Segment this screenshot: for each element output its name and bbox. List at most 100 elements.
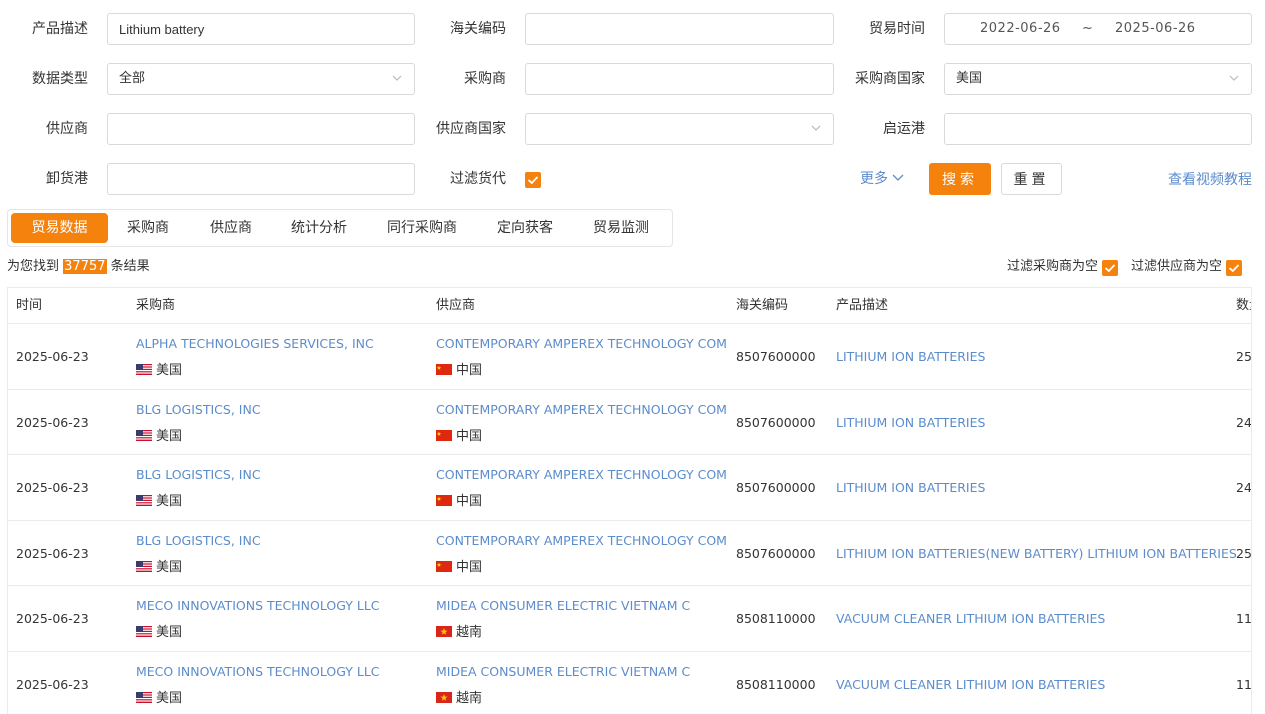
row-product-link[interactable]: LITHIUM ION BATTERIES(NEW BATTERY) LITHI… xyxy=(836,521,1237,586)
tab-targeted-acquisition[interactable]: 定向获客 xyxy=(492,213,558,243)
table-row[interactable]: 2025-06-23 MECO INNOVATIONS TECHNOLOGY LL… xyxy=(8,586,1251,652)
buyer-country-select[interactable]: 美国 xyxy=(944,63,1252,95)
table-row[interactable]: 2025-06-23 BLG LOGISTICS, INC 美国 CONTEMPORA… xyxy=(8,455,1251,521)
row-supplier-country: 中国 xyxy=(436,494,482,510)
supplier-input[interactable] xyxy=(107,113,415,145)
row-product-link[interactable]: VACUUM CLEANER LITHIUM ION BATTERIES xyxy=(836,652,1105,714)
row-buyer-link[interactable]: BLG LOGISTICS, INC xyxy=(136,402,261,418)
check-icon xyxy=(1228,264,1240,273)
filter-empty-buyer-option[interactable]: 过滤采购商为空 xyxy=(1007,258,1098,276)
column-header-buyer[interactable]: 采购商 xyxy=(136,288,175,324)
more-label: 更多 xyxy=(860,171,888,187)
table-row[interactable]: 2025-06-23 ALPHA TECHNOLOGIES SERVICES, I… xyxy=(8,324,1251,390)
column-header-hs-code[interactable]: 海关编码 xyxy=(736,288,788,324)
row-supplier-country: 越南 xyxy=(436,691,482,707)
flag-us-icon xyxy=(136,626,152,637)
flag-us-icon xyxy=(136,495,152,506)
table-row[interactable]: 2025-06-23 BLG LOGISTICS, INC 美国 CONTEMPORA… xyxy=(8,390,1251,455)
row-supplier-country: 中国 xyxy=(436,363,482,379)
row-buyer-link[interactable]: ALPHA TECHNOLOGIES SERVICES, INC xyxy=(136,336,374,352)
tab-statistics[interactable]: 统计分析 xyxy=(286,213,352,243)
trade-time-end[interactable]: 2025-06-26 xyxy=(1115,14,1196,44)
column-header-quantity[interactable]: 数量 xyxy=(1236,288,1251,324)
product-desc-label: 产品描述 xyxy=(32,21,88,37)
row-buyer-link[interactable]: BLG LOGISTICS, INC xyxy=(136,467,261,483)
tab-trade-data[interactable]: 贸易数据 xyxy=(11,213,108,243)
row-quantity: 25 xyxy=(1236,545,1252,561)
column-header-time[interactable]: 时间 xyxy=(16,288,42,324)
departure-port-input[interactable] xyxy=(944,113,1252,145)
data-type-label: 数据类型 xyxy=(32,71,88,87)
supplier-country-label: 供应商国家 xyxy=(436,121,506,137)
check-icon xyxy=(1104,264,1116,273)
row-quantity: 24 xyxy=(1236,480,1252,495)
row-quantity: 25 xyxy=(1236,349,1252,364)
row-supplier-link[interactable]: MIDEA CONSUMER ELECTRIC VIETNAM C xyxy=(436,598,690,614)
row-buyer-country: 美国 xyxy=(136,494,182,510)
flag-us-icon xyxy=(136,691,152,703)
flag-cn-icon xyxy=(436,364,452,375)
row-date: 2025-06-23 xyxy=(16,676,89,692)
flag-vn-icon xyxy=(436,691,452,703)
row-product-link[interactable]: LITHIUM ION BATTERIES xyxy=(836,390,985,455)
filter-empty-supplier-checkbox[interactable] xyxy=(1226,260,1242,276)
filter-empty-supplier-option[interactable]: 过滤供应商为空 xyxy=(1131,258,1222,276)
buyer-input[interactable] xyxy=(525,63,834,95)
row-buyer-country-label: 美国 xyxy=(156,428,183,444)
arrival-port-input[interactable] xyxy=(107,163,415,195)
row-supplier-country: 中国 xyxy=(436,429,482,445)
tab-peer-buyers[interactable]: 同行采购商 xyxy=(380,213,464,243)
table-row[interactable]: 2025-06-23 BLG LOGISTICS, INC 美国 CONTEMPORA… xyxy=(8,521,1252,586)
row-buyer-link[interactable]: MECO INNOVATIONS TECHNOLOGY LLC xyxy=(136,664,380,680)
row-hs-code: 8507600000 xyxy=(736,545,816,561)
row-supplier-link[interactable]: CONTEMPORARY AMPEREX TECHNOLOGY COM xyxy=(436,467,727,483)
filter-empty-buyer-checkbox[interactable] xyxy=(1102,260,1118,276)
more-filters-toggle[interactable]: 更多 xyxy=(860,163,904,195)
check-icon xyxy=(527,176,539,185)
data-type-select[interactable]: 全部 xyxy=(107,63,415,95)
trade-time-start[interactable]: 2022-06-26 xyxy=(980,14,1061,44)
reset-button[interactable]: 重置 xyxy=(1001,163,1062,195)
supplier-country-select[interactable] xyxy=(525,113,834,145)
tab-buyers[interactable]: 采购商 xyxy=(120,213,176,243)
row-buyer-link[interactable]: BLG LOGISTICS, INC xyxy=(136,533,261,549)
product-desc-input[interactable] xyxy=(107,13,415,45)
hs-code-label: 海关编码 xyxy=(450,21,506,37)
buyer-label: 采购商 xyxy=(464,71,506,87)
trade-time-range[interactable]: 2022-06-26 ~ 2025-06-26 xyxy=(944,13,1252,45)
row-buyer-country-label: 美国 xyxy=(156,363,183,378)
row-supplier-link[interactable]: CONTEMPORARY AMPEREX TECHNOLOGY COM xyxy=(436,336,727,352)
flag-us-icon xyxy=(136,364,152,375)
chevron-down-icon xyxy=(892,174,904,181)
row-buyer-link[interactable]: MECO INNOVATIONS TECHNOLOGY LLC xyxy=(136,598,380,614)
video-tutorial-link[interactable]: 查看视频教程 xyxy=(1168,164,1252,196)
row-supplier-country: 越南 xyxy=(436,625,482,641)
row-quantity: 11 xyxy=(1236,676,1252,692)
flag-cn-icon xyxy=(436,495,452,506)
tab-suppliers[interactable]: 供应商 xyxy=(203,213,259,243)
hs-code-input[interactable] xyxy=(525,13,834,45)
search-button[interactable]: 搜索 xyxy=(929,163,991,195)
row-product-link[interactable]: LITHIUM ION BATTERIES xyxy=(836,455,985,520)
row-buyer-country: 美国 xyxy=(136,625,182,641)
column-header-supplier[interactable]: 供应商 xyxy=(436,288,475,324)
filter-forwarder-checkbox[interactable] xyxy=(525,172,541,188)
row-supplier-link[interactable]: MIDEA CONSUMER ELECTRIC VIETNAM C xyxy=(436,664,690,680)
tab-trade-monitoring[interactable]: 贸易监测 xyxy=(588,213,654,243)
arrival-port-label: 卸货港 xyxy=(46,171,88,187)
result-count-number: 37757 xyxy=(63,259,107,274)
column-header-product[interactable]: 产品描述 xyxy=(836,288,888,324)
row-hs-code: 8507600000 xyxy=(736,349,816,364)
filter-forwarder-label: 过滤货代 xyxy=(450,171,506,187)
row-buyer-country: 美国 xyxy=(136,691,182,707)
row-supplier-link[interactable]: CONTEMPORARY AMPEREX TECHNOLOGY COM xyxy=(436,402,727,418)
row-hs-code: 8507600000 xyxy=(736,414,816,430)
row-product-link[interactable]: LITHIUM ION BATTERIES xyxy=(836,324,985,389)
row-product-link[interactable]: VACUUM CLEANER LITHIUM ION BATTERIES xyxy=(836,586,1105,651)
row-supplier-link[interactable]: CONTEMPORARY AMPEREX TECHNOLOGY COM xyxy=(436,533,727,549)
buyer-country-value: 美国 xyxy=(956,71,983,86)
row-buyer-country: 美国 xyxy=(136,363,182,379)
filter-empty-supplier-label: 过滤供应商为空 xyxy=(1131,259,1223,274)
table-row[interactable]: 2025-06-23 MECO INNOVATIONS TECHNOLOGY LL… xyxy=(8,652,1251,714)
flag-cn-icon xyxy=(436,429,452,441)
